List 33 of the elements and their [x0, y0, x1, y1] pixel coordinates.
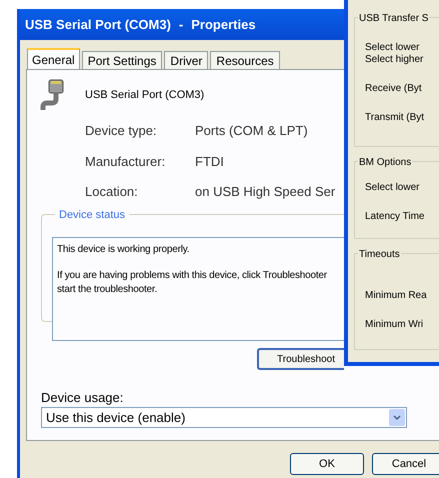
setting-label: Minimum Wri — [365, 319, 424, 331]
chevron-down-icon — [389, 409, 405, 426]
setting-label: Receive (Byt — [365, 83, 423, 95]
property-label: Manufacturer: — [85, 152, 166, 170]
status-text: start the troubleshooter. — [57, 283, 158, 297]
title-separator: - — [178, 16, 184, 34]
status-text: This device is working properly. — [57, 243, 190, 257]
setting-label: Minimum Rea — [365, 290, 428, 302]
status-text: If you are having problems with this device, click Troubleshooter — [57, 269, 327, 283]
setting-label: Select lower — [365, 42, 420, 54]
property-value: FTDI — [195, 152, 224, 170]
tab[interactable]: Port Settings — [82, 51, 162, 69]
window-title: USB Serial Port (COM3) — [25, 16, 171, 34]
setting-label: Select lower — [365, 182, 420, 194]
setting-label: Transmit (Byt — [365, 112, 426, 124]
setting-label: Latency Time — [365, 211, 426, 223]
device-name: USB Serial Port (COM3) — [85, 88, 204, 103]
device-usage-label: Device usage: — [41, 389, 124, 407]
setting-label: Select higher — [365, 54, 424, 66]
tab[interactable]: General — [27, 48, 80, 69]
troubleshoot-button[interactable]: Troubleshoot — [257, 348, 344, 370]
tab[interactable]: Driver — [164, 51, 208, 69]
property-value: Ports (COM & LPT) — [195, 122, 308, 140]
dialog-button[interactable]: OK — [290, 453, 364, 475]
window-title-suffix: Properties — [191, 16, 256, 34]
property-label: Device type: — [85, 122, 158, 140]
property-value: on USB High Speed Ser — [195, 183, 336, 201]
dropdown-value: Use this device (enable) — [45, 408, 186, 427]
group-title: BM Options — [358, 155, 412, 170]
tab[interactable]: Resources — [210, 51, 280, 69]
property-label: Location: — [85, 183, 139, 201]
dialog-button[interactable]: Cancel — [372, 453, 439, 475]
device-usage-dropdown[interactable]: Use this device (enable) — [41, 407, 407, 428]
